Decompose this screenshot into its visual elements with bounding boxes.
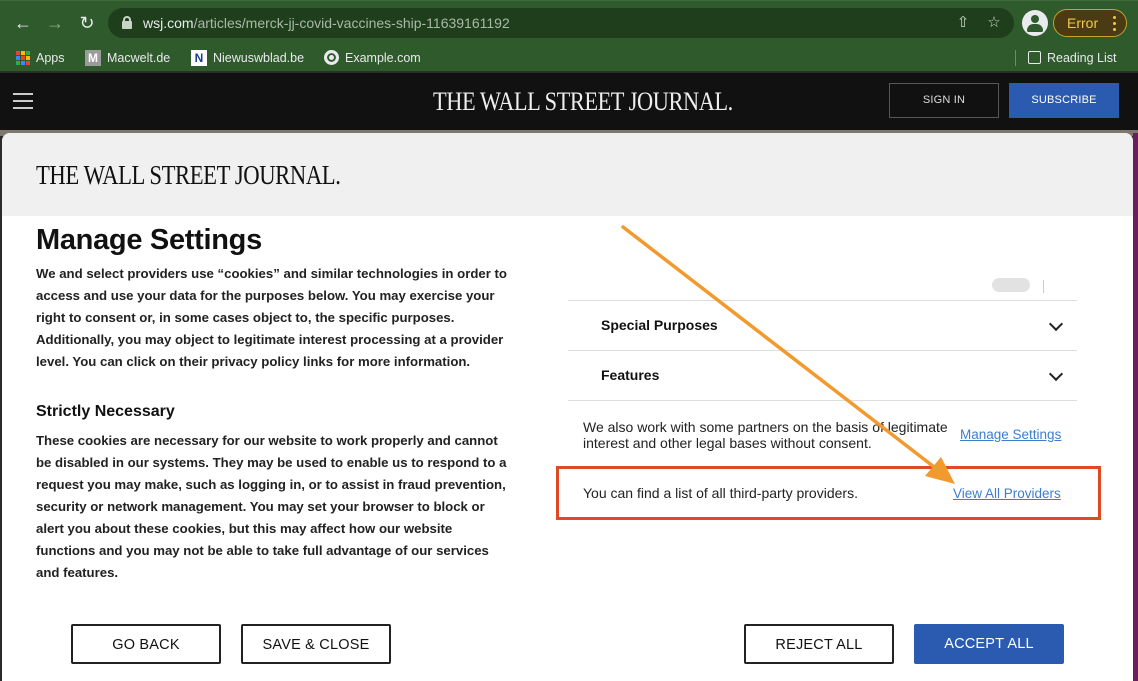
nieuwsblad-favicon-icon: N	[191, 49, 207, 66]
address-bar[interactable]: wsj.com/articles/merck-jj-covid-vaccines…	[108, 8, 1014, 38]
error-button[interactable]: Error	[1053, 9, 1127, 37]
manage-settings-link[interactable]: Manage Settings	[960, 427, 1061, 442]
share-icon[interactable]: ⇧	[953, 13, 973, 33]
browser-toolbar: ← → ↻ wsj.com/articles/merck-jj-covid-va…	[0, 0, 1138, 44]
bookmark-star-icon[interactable]: ☆	[984, 13, 1004, 33]
strictly-necessary-heading: Strictly Necessary	[36, 403, 175, 420]
lock-icon	[122, 16, 132, 29]
profile-avatar-icon[interactable]	[1022, 10, 1048, 36]
url-host: wsj.com	[143, 15, 194, 31]
modal-title: Manage Settings	[36, 224, 262, 256]
reading-list-label: Reading List	[1047, 51, 1117, 65]
accordion-special-purposes[interactable]: Special Purposes	[568, 301, 1077, 351]
bookmark-label: Macwelt.de	[107, 51, 171, 65]
reading-list-button[interactable]: Reading List	[1028, 47, 1117, 69]
intro-text: We and select providers use “cookies” an…	[36, 266, 507, 369]
site-masthead[interactable]: THE WALL STREET JOURNAL.	[433, 87, 733, 117]
sign-in-button[interactable]: SIGN IN	[889, 83, 999, 118]
globe-icon	[324, 50, 339, 66]
accordion-label: Features	[601, 367, 660, 383]
url-path: /articles/merck-jj-covid-vaccines-ship-1…	[193, 15, 510, 31]
accordion-features[interactable]: Features	[568, 351, 1077, 401]
providers-text: You can find a list of all third-party p…	[583, 485, 858, 501]
bookmark-label: Apps	[36, 51, 65, 65]
bookmark-niewuswblad[interactable]: N Niewuswblad.be	[191, 47, 304, 69]
accordion-label: Special Purposes	[601, 317, 718, 333]
error-label: Error	[1067, 15, 1099, 31]
partners-text: We also work with some partners on the b…	[583, 419, 948, 451]
back-icon[interactable]: ←	[10, 10, 36, 36]
subscribe-button[interactable]: SUBSCRIBE	[1009, 83, 1119, 118]
window-edge	[1133, 133, 1138, 681]
accept-all-button[interactable]: ACCEPT ALL	[914, 624, 1064, 664]
bookmark-example[interactable]: Example.com	[324, 47, 421, 69]
modal-header: THE WALL STREET JOURNAL.	[2, 133, 1133, 216]
more-vert-icon	[1113, 16, 1116, 31]
forward-icon[interactable]: →	[42, 10, 68, 36]
bookmarks-bar: Apps M Macwelt.de N Niewuswblad.be Example…	[0, 44, 1138, 72]
site-header: THE WALL STREET JOURNAL. SIGN IN SUBSCRI…	[0, 73, 1138, 130]
strictly-necessary-text: These cookies are necessary for our webs…	[36, 433, 507, 580]
reload-icon[interactable]: ↻	[74, 10, 100, 36]
view-all-providers-link[interactable]: View All Providers	[953, 486, 1061, 501]
modal-logo: THE WALL STREET JOURNAL.	[36, 160, 341, 190]
chevron-down-icon	[1048, 366, 1064, 382]
hamburger-menu-icon[interactable]	[13, 93, 33, 109]
purposes-row-partial	[568, 270, 1077, 301]
save-close-button[interactable]: SAVE & CLOSE	[241, 624, 391, 664]
url-text: wsj.com/articles/merck-jj-covid-vaccines…	[143, 15, 510, 31]
chevron-down-icon	[1048, 316, 1064, 332]
consent-modal: THE WALL STREET JOURNAL. Manage Settings…	[2, 133, 1133, 681]
apps-grid-icon	[16, 50, 30, 65]
row-divider	[1043, 280, 1044, 293]
bookmarks-divider	[1015, 50, 1016, 66]
bookmark-label: Niewuswblad.be	[213, 51, 305, 65]
purpose-toggle[interactable]	[992, 278, 1030, 292]
go-back-button[interactable]: GO BACK	[71, 624, 221, 664]
macwelt-favicon-icon: M	[85, 49, 101, 66]
reading-list-icon	[1028, 51, 1041, 65]
bookmark-apps[interactable]: Apps	[16, 47, 65, 69]
reject-all-button[interactable]: REJECT ALL	[744, 624, 894, 664]
bookmark-macwelt[interactable]: M Macwelt.de	[85, 47, 170, 69]
bookmark-label: Example.com	[345, 51, 421, 65]
